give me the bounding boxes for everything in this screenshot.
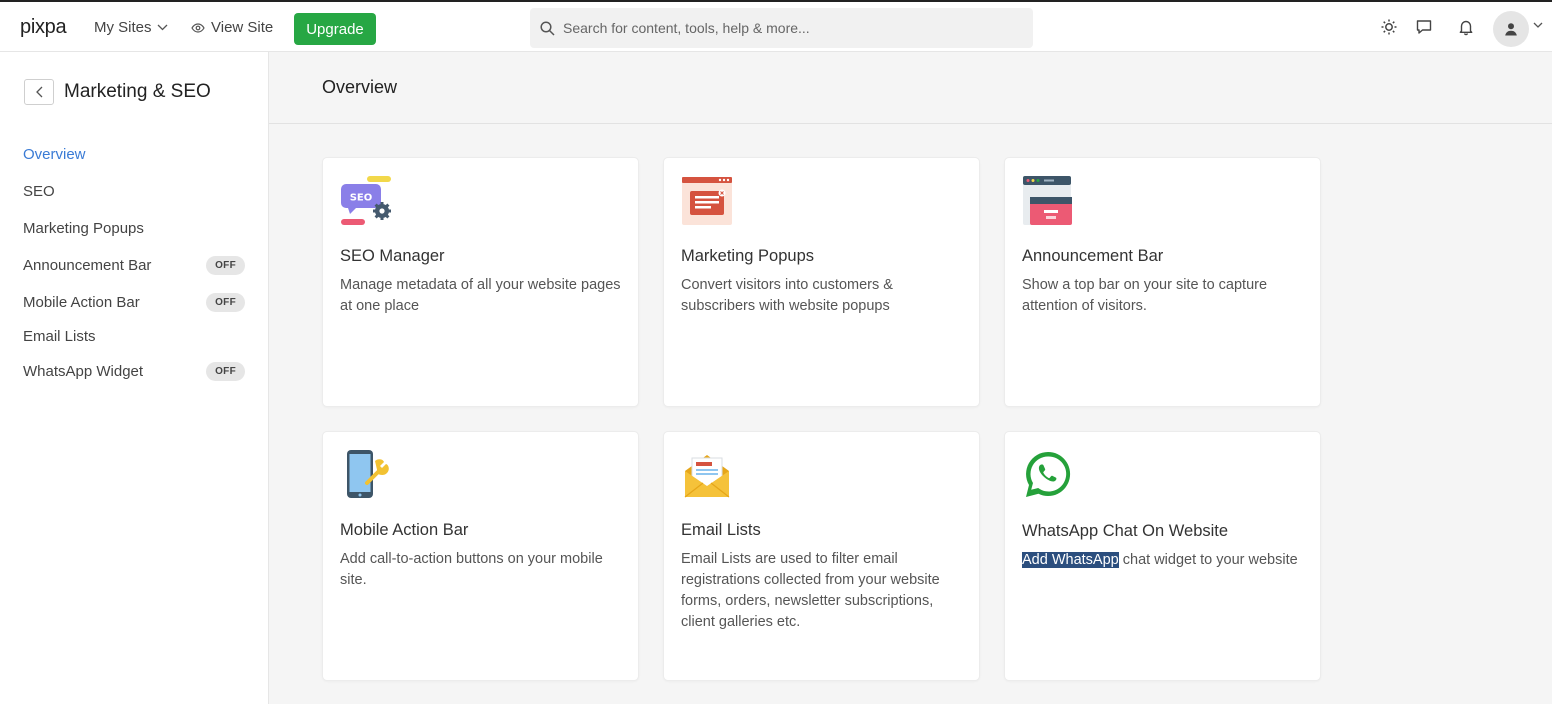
back-button[interactable]	[24, 79, 54, 105]
announcement-bar-icon	[1022, 175, 1074, 227]
sidebar: Marketing & SEO Overview SEO Marketing P…	[0, 52, 269, 704]
chevron-down-icon[interactable]	[1533, 22, 1543, 28]
sidebar-item-label: Overview	[23, 145, 86, 163]
card-title: WhatsApp Chat On Website	[1022, 522, 1229, 540]
chat-icon[interactable]	[1415, 18, 1433, 36]
status-badge: OFF	[206, 361, 245, 381]
eye-icon	[191, 22, 205, 33]
main-header: Overview	[269, 52, 1552, 124]
search-input[interactable]	[563, 20, 1023, 36]
card-description: Show a top bar on your site to capture a…	[1022, 277, 1268, 314]
sidebar-item-seo[interactable]: SEO	[23, 180, 245, 202]
mobile-action-bar-icon	[340, 449, 392, 501]
sidebar-item-label: Marketing Popups	[23, 219, 144, 237]
marketing-popups-icon	[681, 175, 733, 227]
sidebar-item-label: Announcement Bar	[23, 256, 152, 274]
sidebar-item-label: SEO	[23, 182, 55, 200]
chevron-left-icon	[35, 86, 42, 98]
sidebar-title: Marketing & SEO	[64, 81, 211, 102]
sidebar-item-label: WhatsApp Widget	[23, 362, 144, 380]
card-title: Mobile Action Bar	[340, 521, 469, 539]
whatsapp-chat-card[interactable]: WhatsApp Chat On Website Add WhatsApp ch…	[1004, 431, 1321, 681]
card-description: Add WhatsApp chat widget to your website	[1022, 550, 1307, 571]
email-lists-card[interactable]: Email Lists Email Lists are used to filt…	[663, 431, 980, 681]
selected-text: Add WhatsApp	[1022, 552, 1119, 568]
sidebar-item-label: Email Lists	[23, 327, 96, 345]
view-site-label: View Site	[211, 19, 274, 36]
user-icon	[1505, 23, 1517, 36]
sidebar-item-marketing-popups[interactable]: Marketing Popups	[23, 217, 245, 239]
search-bar[interactable]	[530, 8, 1033, 48]
card-title: Marketing Popups	[681, 247, 814, 265]
my-sites-label: My Sites	[94, 19, 152, 36]
card-description: Manage metadata of all your website page…	[340, 277, 621, 314]
bell-icon[interactable]	[1457, 18, 1475, 36]
my-sites-menu[interactable]: My Sites	[94, 19, 168, 36]
description-rest: chat widget to your website	[1118, 552, 1298, 568]
view-site-link[interactable]: View Site	[191, 19, 273, 36]
mobile-action-bar-card[interactable]: Mobile Action Bar Add call-to-action but…	[322, 431, 639, 681]
whatsapp-icon	[1022, 449, 1074, 501]
sidebar-item-overview[interactable]: Overview	[23, 143, 245, 165]
sidebar-item-whatsapp-widget[interactable]: WhatsApp Widget OFF	[23, 360, 245, 382]
sun-icon[interactable]	[1380, 18, 1398, 36]
svg-text:SEO: SEO	[350, 193, 373, 204]
search-icon	[540, 20, 555, 36]
page-title: Overview	[322, 77, 398, 97]
avatar[interactable]	[1493, 11, 1529, 47]
card-title: Email Lists	[681, 521, 761, 539]
seo-manager-card[interactable]: SEO SEO Manager Manage metadata of all y…	[322, 157, 639, 407]
card-title: Announcement Bar	[1022, 247, 1164, 265]
status-badge: OFF	[206, 255, 245, 275]
card-description: Convert visitors into customers & subscr…	[681, 277, 893, 314]
seo-manager-icon: SEO	[340, 175, 392, 227]
card-description: Email Lists are used to filter email reg…	[681, 551, 940, 630]
sidebar-item-announcement-bar[interactable]: Announcement Bar OFF	[23, 254, 245, 276]
chevron-down-icon	[157, 24, 167, 31]
top-bar: pixpa My Sites View Site Upgrade	[0, 0, 1552, 52]
sidebar-item-email-lists[interactable]: Email Lists	[23, 325, 245, 347]
email-lists-icon	[681, 449, 733, 501]
marketing-popups-card[interactable]: Marketing Popups Convert visitors into c…	[663, 157, 980, 407]
logo[interactable]: pixpa	[20, 16, 67, 39]
sidebar-item-label: Mobile Action Bar	[23, 293, 140, 311]
sidebar-item-mobile-action-bar[interactable]: Mobile Action Bar OFF	[23, 291, 245, 313]
card-title: SEO Manager	[340, 247, 445, 265]
card-description: Add call-to-action buttons on your mobil…	[340, 551, 603, 588]
announcement-bar-card[interactable]: Announcement Bar Show a top bar on your …	[1004, 157, 1321, 407]
upgrade-button[interactable]: Upgrade	[294, 13, 376, 45]
status-badge: OFF	[206, 292, 245, 312]
